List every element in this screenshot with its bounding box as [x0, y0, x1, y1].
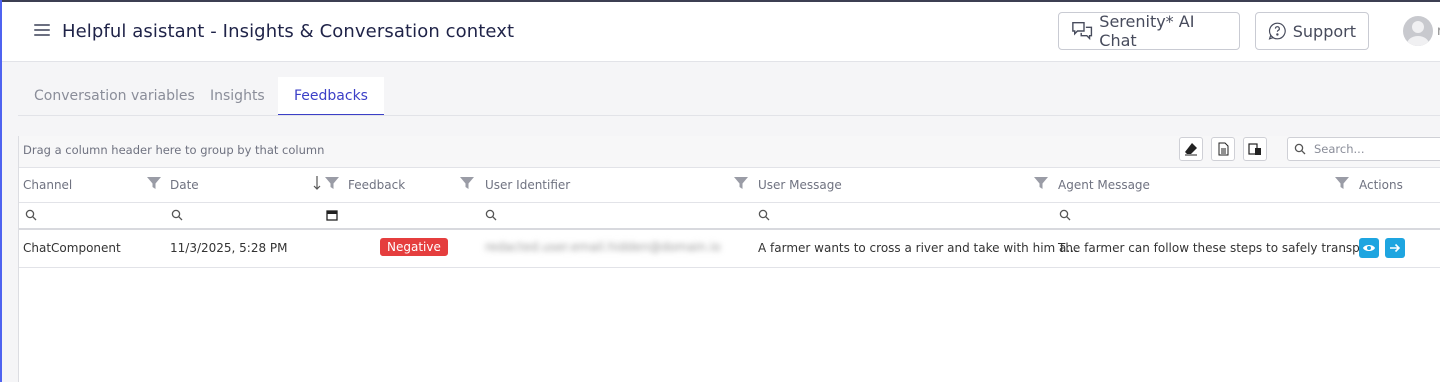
open-button[interactable]	[1385, 238, 1405, 258]
cell-agent-message: The farmer can follow these steps to saf…	[1058, 241, 1372, 255]
arrow-right-icon	[1390, 243, 1401, 253]
filter-icon[interactable]	[325, 176, 339, 190]
support-button[interactable]: Support	[1255, 12, 1369, 50]
filter-row	[19, 202, 1440, 230]
user-avatar[interactable]	[1403, 16, 1433, 46]
clear-filters-button[interactable]	[1179, 137, 1203, 161]
search-icon[interactable]	[25, 209, 37, 221]
feedbacks-grid: Drag a column header here to group by th…	[18, 136, 1440, 382]
ai-chat-button[interactable]: Serenity* AI Chat	[1058, 12, 1240, 50]
group-panel-hint: Drag a column header here to group by th…	[23, 143, 325, 157]
filter-icon[interactable]	[734, 176, 748, 190]
cell-date: 11/3/2025, 5:28 PM	[170, 241, 288, 255]
column-chooser-button[interactable]	[1243, 137, 1267, 161]
sort-descending-icon[interactable]	[313, 175, 321, 191]
feedback-badge: Negative	[380, 238, 448, 256]
cell-channel: ChatComponent	[23, 241, 121, 255]
search-icon[interactable]	[171, 209, 183, 221]
search-icon[interactable]	[1059, 209, 1071, 221]
column-header-user-identifier[interactable]: User Identifier	[485, 178, 570, 192]
tab-insights[interactable]: Insights	[194, 77, 281, 115]
cell-user-message: A farmer wants to cross a river and take…	[758, 241, 1078, 255]
column-header-feedback[interactable]: Feedback	[348, 178, 405, 192]
help-circle-icon	[1268, 22, 1286, 40]
column-chooser-icon	[1248, 143, 1261, 155]
column-header-channel[interactable]: Channel	[23, 178, 72, 192]
column-header-row: Channel Date Feedback User Identifier Us…	[19, 167, 1440, 203]
filter-icon[interactable]	[1034, 176, 1048, 190]
filter-icon[interactable]	[1335, 176, 1349, 190]
support-label: Support	[1292, 21, 1356, 41]
eye-icon	[1363, 245, 1375, 251]
chat-bubbles-icon	[1072, 21, 1093, 41]
eraser-icon	[1185, 143, 1197, 156]
column-header-date[interactable]: Date	[170, 178, 199, 192]
tab-feedbacks[interactable]: Feedbacks	[278, 77, 384, 116]
export-button[interactable]	[1211, 137, 1235, 161]
cell-user-identifier: redacted.user.email.hidden@domain.io	[485, 240, 721, 254]
tabs-divider	[18, 115, 1440, 116]
search-icon[interactable]	[485, 209, 497, 221]
group-panel[interactable]: Drag a column header here to group by th…	[19, 136, 1440, 167]
column-header-agent-message[interactable]: Agent Message	[1058, 178, 1150, 192]
table-row[interactable]: ChatComponent 11/3/2025, 5:28 PM Negativ…	[19, 230, 1440, 268]
grid-search-box[interactable]	[1287, 137, 1440, 161]
ai-chat-label: Serenity* AI Chat	[1099, 12, 1195, 50]
calendar-icon[interactable]	[326, 209, 338, 221]
document-export-icon	[1218, 142, 1229, 156]
search-icon	[1294, 143, 1306, 155]
grid-search-input[interactable]	[1312, 141, 1436, 157]
hamburger-menu-icon[interactable]	[34, 24, 50, 38]
column-header-actions: Actions	[1359, 178, 1403, 192]
filter-icon[interactable]	[147, 176, 161, 190]
top-header: Helpful asistant - Insights & Conversati…	[2, 2, 1440, 62]
column-header-user-message[interactable]: User Message	[758, 178, 842, 192]
view-button[interactable]	[1359, 238, 1379, 258]
context-tabs: Conversation variables Insights Feedback…	[18, 77, 1440, 116]
search-icon[interactable]	[758, 209, 770, 221]
tab-conversation-variables[interactable]: Conversation variables	[18, 77, 211, 115]
page-title: Helpful asistant - Insights & Conversati…	[62, 21, 515, 42]
filter-icon[interactable]	[460, 176, 474, 190]
